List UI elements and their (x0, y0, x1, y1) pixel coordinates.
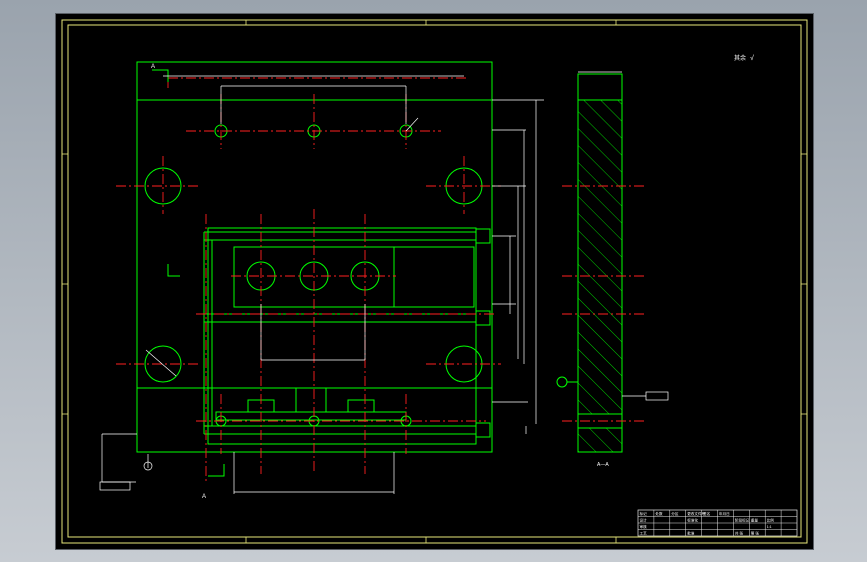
roughness-symbol: √ (750, 54, 754, 62)
base-details (215, 387, 407, 421)
section-a-bottom-label: A (202, 494, 206, 500)
section-view: A—A (556, 71, 669, 468)
title-block-cell: 标准化 (687, 518, 698, 523)
title-block-cell: 重量 (751, 518, 759, 523)
title-block-cell: 标记 (640, 511, 648, 516)
roughness-note: 其余 (734, 54, 746, 62)
title-block-cell: 共 张 (735, 531, 744, 536)
main-view (99, 61, 544, 494)
section-view-label: A—A (597, 462, 609, 468)
cooling-channels (203, 228, 491, 438)
cad-viewport[interactable]: A—A A A 其余 √ 标记 处数 分区 更改文件号 签名 年月日 设计 标准化 阶段标记 重量… (55, 13, 814, 550)
plate-outline (136, 61, 493, 453)
title-block-cell: 审核 (640, 524, 648, 529)
title-block-cell: 批准 (687, 531, 695, 536)
inner-frame (67, 24, 802, 538)
callout-box-right (645, 391, 669, 401)
title-block-cell: 设计 (640, 518, 648, 523)
title-block-cell: 年月日 (719, 511, 730, 516)
section-a-top-label: A (151, 64, 155, 70)
title-block-cell: 签名 (703, 511, 711, 516)
datum-symbol (556, 376, 568, 388)
centerlines (116, 77, 501, 484)
section-top (577, 73, 623, 101)
title-block-cell: 工艺 (640, 531, 648, 536)
outer-frame (61, 19, 808, 544)
title-block-cell: 阶段标记 (735, 518, 750, 523)
callout-box-left (99, 481, 131, 491)
title-block: 标记 处数 分区 更改文件号签名 年月日设计 标准化 阶段标记 重量 比例审核 1:1工艺 批准共 … (637, 509, 798, 537)
title-block-cell: 分区 (671, 511, 679, 516)
guide-holes (144, 124, 483, 427)
title-block-cell: 1:1 (767, 525, 772, 529)
insert-step (393, 246, 475, 308)
mold-plate-drawing: A—A A A 其余 √ 标记 处数 分区 更改文件号签名 年月日设计 标准化 阶段标记 重量… (61, 19, 808, 544)
title-block-cell: 处数 (655, 511, 663, 516)
title-block-cell: 比例 (767, 518, 775, 523)
dimension-lines (101, 75, 544, 494)
title-block-cell: 第 张 (751, 531, 760, 536)
zone-ticks (62, 20, 807, 543)
